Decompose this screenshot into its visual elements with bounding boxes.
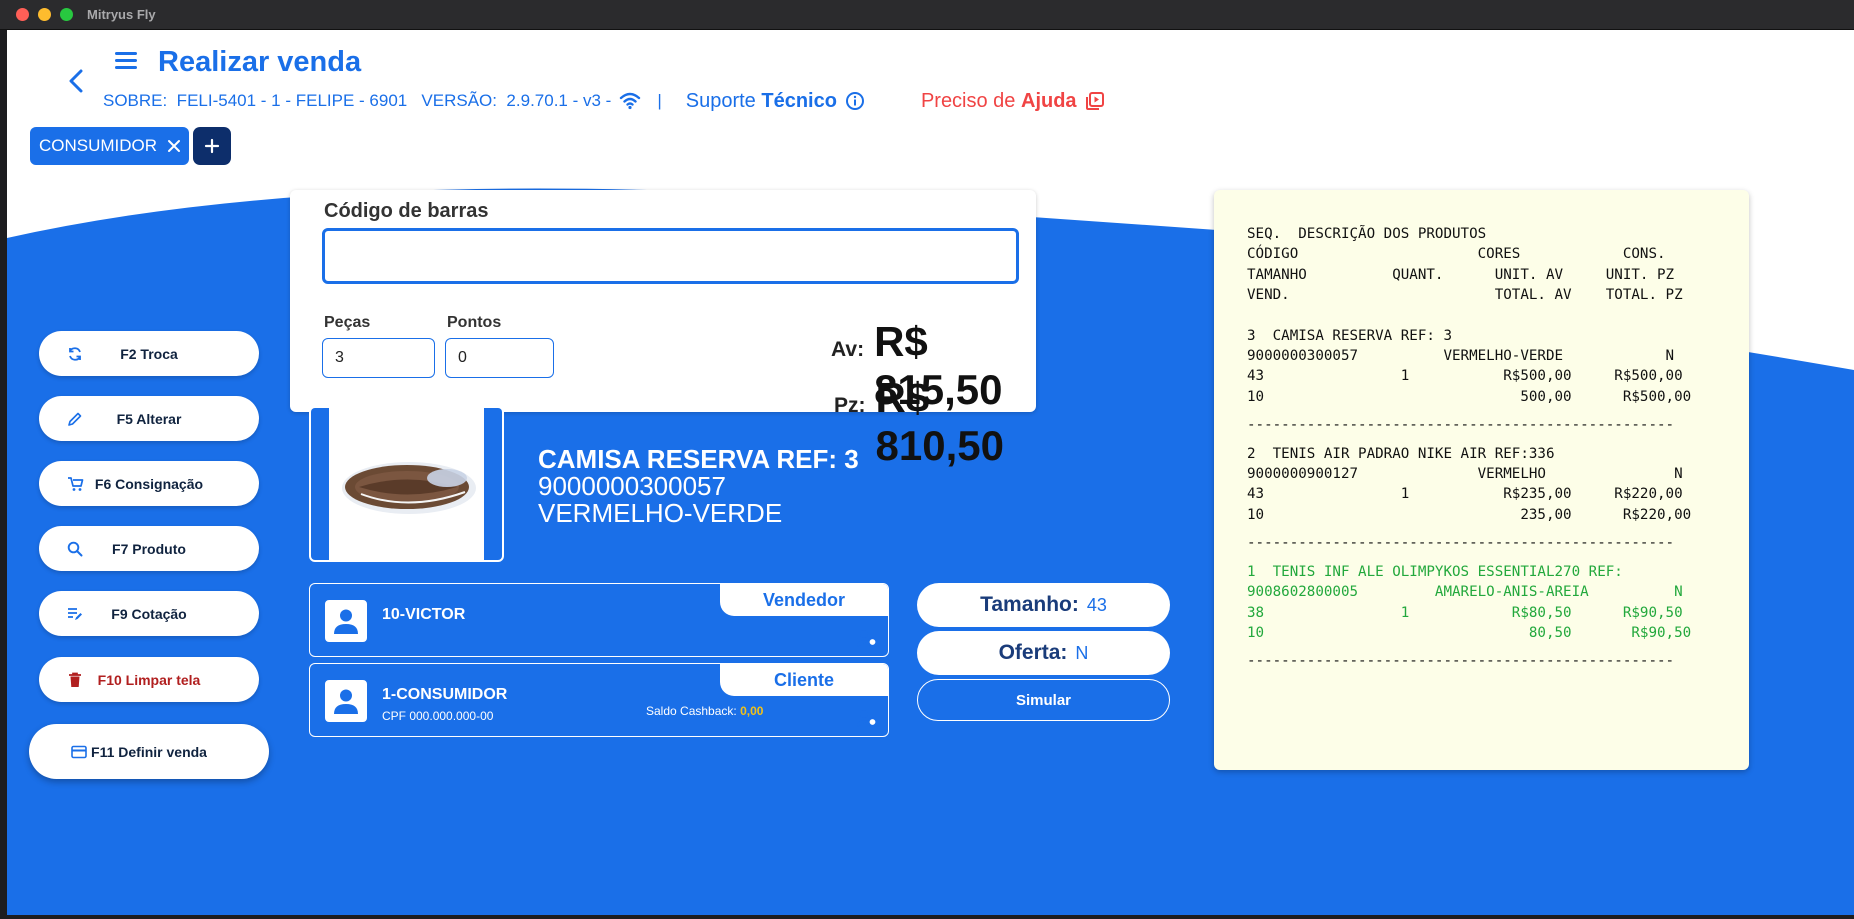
cart-icon — [66, 475, 84, 493]
shoe-sole-image — [342, 462, 476, 514]
points-input[interactable] — [445, 338, 554, 378]
avatar — [324, 599, 368, 643]
receipt-panel: SEQ. DESCRIÇÃO DOS PRODUTOS CÓDIGO CORES… — [1214, 190, 1749, 770]
person-icon — [334, 609, 358, 634]
minimize-window-button[interactable] — [38, 8, 51, 21]
client-card[interactable]: 1-CONSUMIDOR CPF 000.000.000-00 Saldo Ca… — [309, 663, 889, 737]
receipt-item: 2 TENIS AIR PADRAO NIKE AIR REF:336 9000… — [1247, 445, 1692, 523]
total-av-label: Av: — [831, 338, 865, 361]
person-icon — [334, 689, 358, 714]
avatar — [324, 679, 368, 723]
client-cpf: CPF 000.000.000-00 — [382, 709, 494, 723]
receipt-item-selected: 1 TENIS INF ALE OLIMPYKOS ESSENTIAL270 R… — [1247, 563, 1692, 641]
pieces-input[interactable] — [322, 338, 435, 378]
quotation-button[interactable]: F9 Cotação — [39, 591, 259, 636]
clear-screen-button[interactable]: F10 Limpar tela — [39, 657, 259, 702]
person-search-icon[interactable] — [856, 708, 880, 730]
offer-pill[interactable]: Oferta: N — [917, 631, 1170, 675]
close-window-button[interactable] — [16, 8, 29, 21]
page-title: Realizar venda — [158, 46, 362, 78]
receipt-header: SEQ. DESCRIÇÃO DOS PRODUTOS CÓDIGO CORES… — [1247, 226, 1683, 304]
offer-label: Oferta: — [998, 641, 1068, 664]
size-value: 43 — [1086, 594, 1107, 615]
maximize-window-button[interactable] — [60, 8, 73, 21]
back-button[interactable] — [61, 66, 91, 96]
credit-card-icon — [70, 743, 88, 761]
pencil-icon — [66, 410, 84, 428]
add-customer-button[interactable] — [193, 127, 231, 165]
video-library-icon[interactable] — [1085, 91, 1105, 111]
customer-chip[interactable]: CONSUMIDOR — [30, 127, 189, 165]
title-bar: Mitryus Fly — [0, 0, 1854, 30]
close-icon[interactable] — [167, 139, 181, 153]
session-info: SOBRE: FELI-5401 - 1 - FELIPE - 6901 VER… — [103, 91, 612, 110]
define-sale-button[interactable]: F11 Definir venda — [29, 724, 269, 779]
plus-icon — [204, 138, 220, 154]
size-pill[interactable]: Tamanho: 43 — [917, 583, 1170, 627]
info-icon[interactable] — [845, 91, 865, 111]
seller-tag: Vendedor — [720, 584, 888, 616]
customer-chip-label: CONSUMIDOR — [39, 136, 158, 155]
consignment-button[interactable]: F6 Consignação — [39, 461, 259, 506]
header: Realizar venda SOBRE: FELI-5401 - 1 - FE… — [7, 30, 1854, 140]
help-link[interactable]: Preciso de Ajuda — [921, 90, 1077, 113]
product-image — [309, 406, 504, 562]
receipt-divider: ----------------------------------------… — [1247, 653, 1675, 670]
edit-button[interactable]: F5 Alterar — [39, 396, 259, 441]
search-icon — [66, 540, 84, 558]
offer-value: N — [1075, 642, 1089, 663]
app-content: Realizar venda SOBRE: FELI-5401 - 1 - FE… — [7, 30, 1854, 915]
product-button[interactable]: F7 Produto — [39, 526, 259, 571]
total-pz-value: R$ 810,50 — [875, 374, 1004, 469]
receipt-item: 3 CAMISA RESERVA REF: 3 9000000300057 VE… — [1247, 327, 1692, 405]
person-search-icon[interactable] — [856, 628, 880, 650]
total-pz-label: Pz: — [834, 394, 866, 417]
points-label: Pontos — [447, 314, 502, 331]
receipt-divider: ----------------------------------------… — [1247, 417, 1675, 434]
app-window: Mitryus Fly Realizar venda SOBRE: FELI-5… — [0, 0, 1854, 919]
client-tag: Cliente — [720, 664, 888, 696]
size-label: Tamanho: — [980, 593, 1079, 616]
trash-icon — [66, 671, 84, 689]
barcode-card: Código de barras Peças Pontos Av: R$ 815… — [290, 190, 1036, 469]
seller-card[interactable]: 10-VICTOR Vendedor — [309, 583, 889, 657]
product-color: VERMELHO-VERDE — [538, 498, 783, 528]
support-link[interactable]: Suporte Técnico — [686, 90, 837, 113]
seller-name: 10-VICTOR — [382, 606, 466, 623]
menu-button[interactable] — [113, 48, 143, 76]
info-line: SOBRE: FELI-5401 - 1 - FELIPE - 6901 VER… — [103, 90, 1105, 112]
define-sale-button-label: F11 Definir venda — [91, 743, 207, 760]
cashback-value: 0,00 — [740, 704, 764, 718]
barcode-input[interactable] — [322, 228, 1019, 284]
wifi-icon — [619, 92, 641, 110]
window-title: Mitryus Fly — [87, 7, 156, 22]
cashback-balance: Saldo Cashback: 0,00 — [646, 704, 764, 718]
chevron-left-icon — [69, 69, 83, 93]
sync-icon — [66, 345, 84, 363]
barcode-label: Código de barras — [324, 200, 489, 222]
simulate-button[interactable]: Simular — [917, 679, 1170, 721]
pieces-label: Peças — [324, 314, 371, 331]
list-edit-icon — [66, 605, 84, 623]
divider: | — [657, 91, 662, 110]
client-name: 1-CONSUMIDOR — [382, 686, 508, 703]
total-pz: Pz: R$ 810,50 — [834, 374, 1036, 470]
exchange-button[interactable]: F2 Troca — [39, 331, 259, 376]
hamburger-menu-icon — [115, 52, 137, 69]
receipt-divider: ----------------------------------------… — [1247, 535, 1675, 552]
